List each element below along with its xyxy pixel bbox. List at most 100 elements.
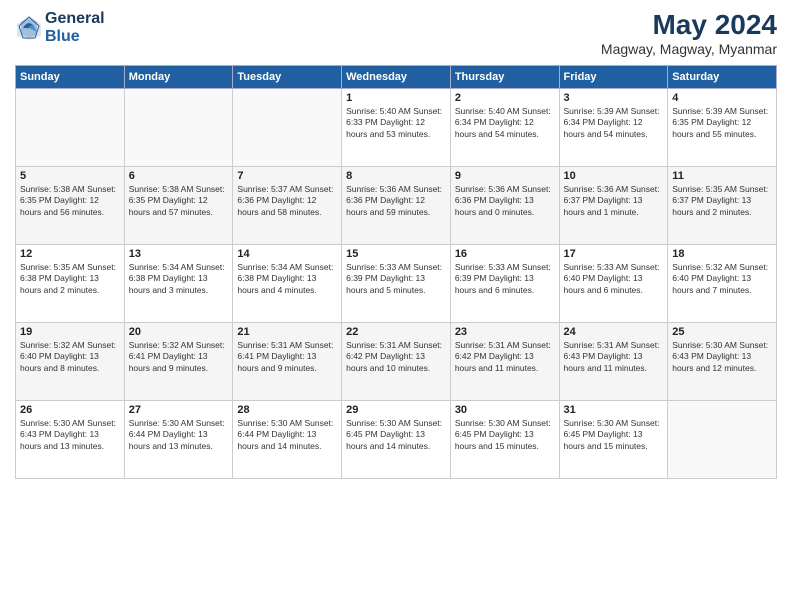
day-cell: 30 Sunrise: 5:30 AM Sunset: 6:45 PM Dayli… [450, 400, 559, 478]
day-info: Sunrise: 5:31 AM Sunset: 6:42 PM Dayligh… [346, 340, 446, 374]
day-cell: 7Sunrise: 5:37 AM Sunset: 6:36 PM Daylig… [233, 166, 342, 244]
day-info: Sunrise: 5:30 AM Sunset: 6:44 PM Dayligh… [237, 418, 337, 452]
day-cell: 20 Sunrise: 5:32 AM Sunset: 6:41 PM Dayli… [124, 322, 233, 400]
day-info: Sunrise: 5:39 AM Sunset: 6:35 PM Dayligh… [672, 106, 772, 140]
day-cell: 19 Sunrise: 5:32 AM Sunset: 6:40 PM Dayli… [16, 322, 125, 400]
day-cell: 12 Sunrise: 5:35 AM Sunset: 6:38 PM Dayli… [16, 244, 125, 322]
day-cell: 9 Sunrise: 5:36 AM Sunset: 6:36 PM Daylig… [450, 166, 559, 244]
day-cell: 6 Sunrise: 5:38 AM Sunset: 6:35 PM Daylig… [124, 166, 233, 244]
logo: General Blue [15, 10, 105, 45]
day-number: 5 [20, 170, 120, 182]
calendar-header-row: SundayMondayTuesdayWednesdayThursdayFrid… [16, 65, 777, 88]
day-info: Sunrise: 5:36 AM Sunset: 6:37 PM Dayligh… [564, 184, 664, 218]
day-info: Sunrise: 5:35 AM Sunset: 6:38 PM Dayligh… [20, 262, 120, 296]
day-number: 12 [20, 248, 120, 260]
day-info: Sunrise: 5:30 AM Sunset: 6:45 PM Dayligh… [455, 418, 555, 452]
day-cell: 23 Sunrise: 5:31 AM Sunset: 6:42 PM Dayli… [450, 322, 559, 400]
location: Magway, Magway, Myanmar [601, 41, 777, 57]
header-wednesday: Wednesday [342, 65, 451, 88]
day-cell: 31 Sunrise: 5:30 AM Sunset: 6:45 PM Dayli… [559, 400, 668, 478]
day-cell: 5 Sunrise: 5:38 AM Sunset: 6:35 PM Daylig… [16, 166, 125, 244]
day-info: Sunrise: 5:32 AM Sunset: 6:40 PM Dayligh… [20, 340, 120, 374]
day-cell [16, 88, 125, 166]
day-info: Sunrise: 5:40 AM Sunset: 6:34 PM Dayligh… [455, 106, 555, 140]
day-number: 13 [129, 248, 229, 260]
week-row-4: 19 Sunrise: 5:32 AM Sunset: 6:40 PM Dayli… [16, 322, 777, 400]
day-cell: 4Sunrise: 5:39 AM Sunset: 6:35 PM Daylig… [668, 88, 777, 166]
day-number: 8 [346, 170, 446, 182]
day-number: 17 [564, 248, 664, 260]
day-cell: 24Sunrise: 5:31 AM Sunset: 6:43 PM Dayli… [559, 322, 668, 400]
logo-icon [15, 14, 43, 42]
day-number: 31 [564, 404, 664, 416]
title-block: May 2024 Magway, Magway, Myanmar [601, 10, 777, 57]
day-cell: 10Sunrise: 5:36 AM Sunset: 6:37 PM Dayli… [559, 166, 668, 244]
day-info: Sunrise: 5:30 AM Sunset: 6:44 PM Dayligh… [129, 418, 229, 452]
day-number: 22 [346, 326, 446, 338]
day-info: Sunrise: 5:30 AM Sunset: 6:45 PM Dayligh… [346, 418, 446, 452]
day-cell: 21 Sunrise: 5:31 AM Sunset: 6:41 PM Dayli… [233, 322, 342, 400]
day-cell: 26 Sunrise: 5:30 AM Sunset: 6:43 PM Dayli… [16, 400, 125, 478]
day-info: Sunrise: 5:38 AM Sunset: 6:35 PM Dayligh… [129, 184, 229, 218]
day-cell: 8 Sunrise: 5:36 AM Sunset: 6:36 PM Daylig… [342, 166, 451, 244]
day-number: 28 [237, 404, 337, 416]
day-number: 6 [129, 170, 229, 182]
day-cell: 27 Sunrise: 5:30 AM Sunset: 6:44 PM Dayli… [124, 400, 233, 478]
day-info: Sunrise: 5:36 AM Sunset: 6:36 PM Dayligh… [346, 184, 446, 218]
day-number: 11 [672, 170, 772, 182]
day-number: 27 [129, 404, 229, 416]
day-info: Sunrise: 5:32 AM Sunset: 6:41 PM Dayligh… [129, 340, 229, 374]
day-info: Sunrise: 5:39 AM Sunset: 6:34 PM Dayligh… [564, 106, 664, 140]
day-cell [233, 88, 342, 166]
day-number: 14 [237, 248, 337, 260]
day-number: 3 [564, 92, 664, 104]
day-number: 2 [455, 92, 555, 104]
day-number: 29 [346, 404, 446, 416]
day-number: 26 [20, 404, 120, 416]
day-number: 20 [129, 326, 229, 338]
day-cell: 1 Sunrise: 5:40 AM Sunset: 6:33 PM Daylig… [342, 88, 451, 166]
day-info: Sunrise: 5:33 AM Sunset: 6:39 PM Dayligh… [346, 262, 446, 296]
day-cell: 28 Sunrise: 5:30 AM Sunset: 6:44 PM Dayli… [233, 400, 342, 478]
day-info: Sunrise: 5:33 AM Sunset: 6:40 PM Dayligh… [564, 262, 664, 296]
day-number: 23 [455, 326, 555, 338]
day-cell [124, 88, 233, 166]
day-number: 9 [455, 170, 555, 182]
day-info: Sunrise: 5:31 AM Sunset: 6:41 PM Dayligh… [237, 340, 337, 374]
day-cell: 17 Sunrise: 5:33 AM Sunset: 6:40 PM Dayli… [559, 244, 668, 322]
day-number: 21 [237, 326, 337, 338]
day-cell: 22 Sunrise: 5:31 AM Sunset: 6:42 PM Dayli… [342, 322, 451, 400]
calendar-table: SundayMondayTuesdayWednesdayThursdayFrid… [15, 65, 777, 479]
week-row-2: 5 Sunrise: 5:38 AM Sunset: 6:35 PM Daylig… [16, 166, 777, 244]
day-info: Sunrise: 5:36 AM Sunset: 6:36 PM Dayligh… [455, 184, 555, 218]
day-number: 19 [20, 326, 120, 338]
day-info: Sunrise: 5:40 AM Sunset: 6:33 PM Dayligh… [346, 106, 446, 140]
day-info: Sunrise: 5:30 AM Sunset: 6:45 PM Dayligh… [564, 418, 664, 452]
day-info: Sunrise: 5:38 AM Sunset: 6:35 PM Dayligh… [20, 184, 120, 218]
day-info: Sunrise: 5:34 AM Sunset: 6:38 PM Dayligh… [237, 262, 337, 296]
day-cell: 25Sunrise: 5:30 AM Sunset: 6:43 PM Dayli… [668, 322, 777, 400]
day-number: 15 [346, 248, 446, 260]
day-cell: 3 Sunrise: 5:39 AM Sunset: 6:34 PM Daylig… [559, 88, 668, 166]
header-thursday: Thursday [450, 65, 559, 88]
day-info: Sunrise: 5:30 AM Sunset: 6:43 PM Dayligh… [20, 418, 120, 452]
day-info: Sunrise: 5:31 AM Sunset: 6:42 PM Dayligh… [455, 340, 555, 374]
day-cell [668, 400, 777, 478]
day-number: 30 [455, 404, 555, 416]
logo-text: General Blue [45, 10, 105, 45]
header-saturday: Saturday [668, 65, 777, 88]
week-row-5: 26 Sunrise: 5:30 AM Sunset: 6:43 PM Dayli… [16, 400, 777, 478]
day-number: 18 [672, 248, 772, 260]
day-number: 24 [564, 326, 664, 338]
week-row-3: 12 Sunrise: 5:35 AM Sunset: 6:38 PM Dayli… [16, 244, 777, 322]
day-number: 1 [346, 92, 446, 104]
day-cell: 11Sunrise: 5:35 AM Sunset: 6:37 PM Dayli… [668, 166, 777, 244]
header-tuesday: Tuesday [233, 65, 342, 88]
day-cell: 2 Sunrise: 5:40 AM Sunset: 6:34 PM Daylig… [450, 88, 559, 166]
header-monday: Monday [124, 65, 233, 88]
day-cell: 15 Sunrise: 5:33 AM Sunset: 6:39 PM Dayli… [342, 244, 451, 322]
day-cell: 29 Sunrise: 5:30 AM Sunset: 6:45 PM Dayli… [342, 400, 451, 478]
header-friday: Friday [559, 65, 668, 88]
day-cell: 13Sunrise: 5:34 AM Sunset: 6:38 PM Dayli… [124, 244, 233, 322]
day-cell: 14 Sunrise: 5:34 AM Sunset: 6:38 PM Dayli… [233, 244, 342, 322]
